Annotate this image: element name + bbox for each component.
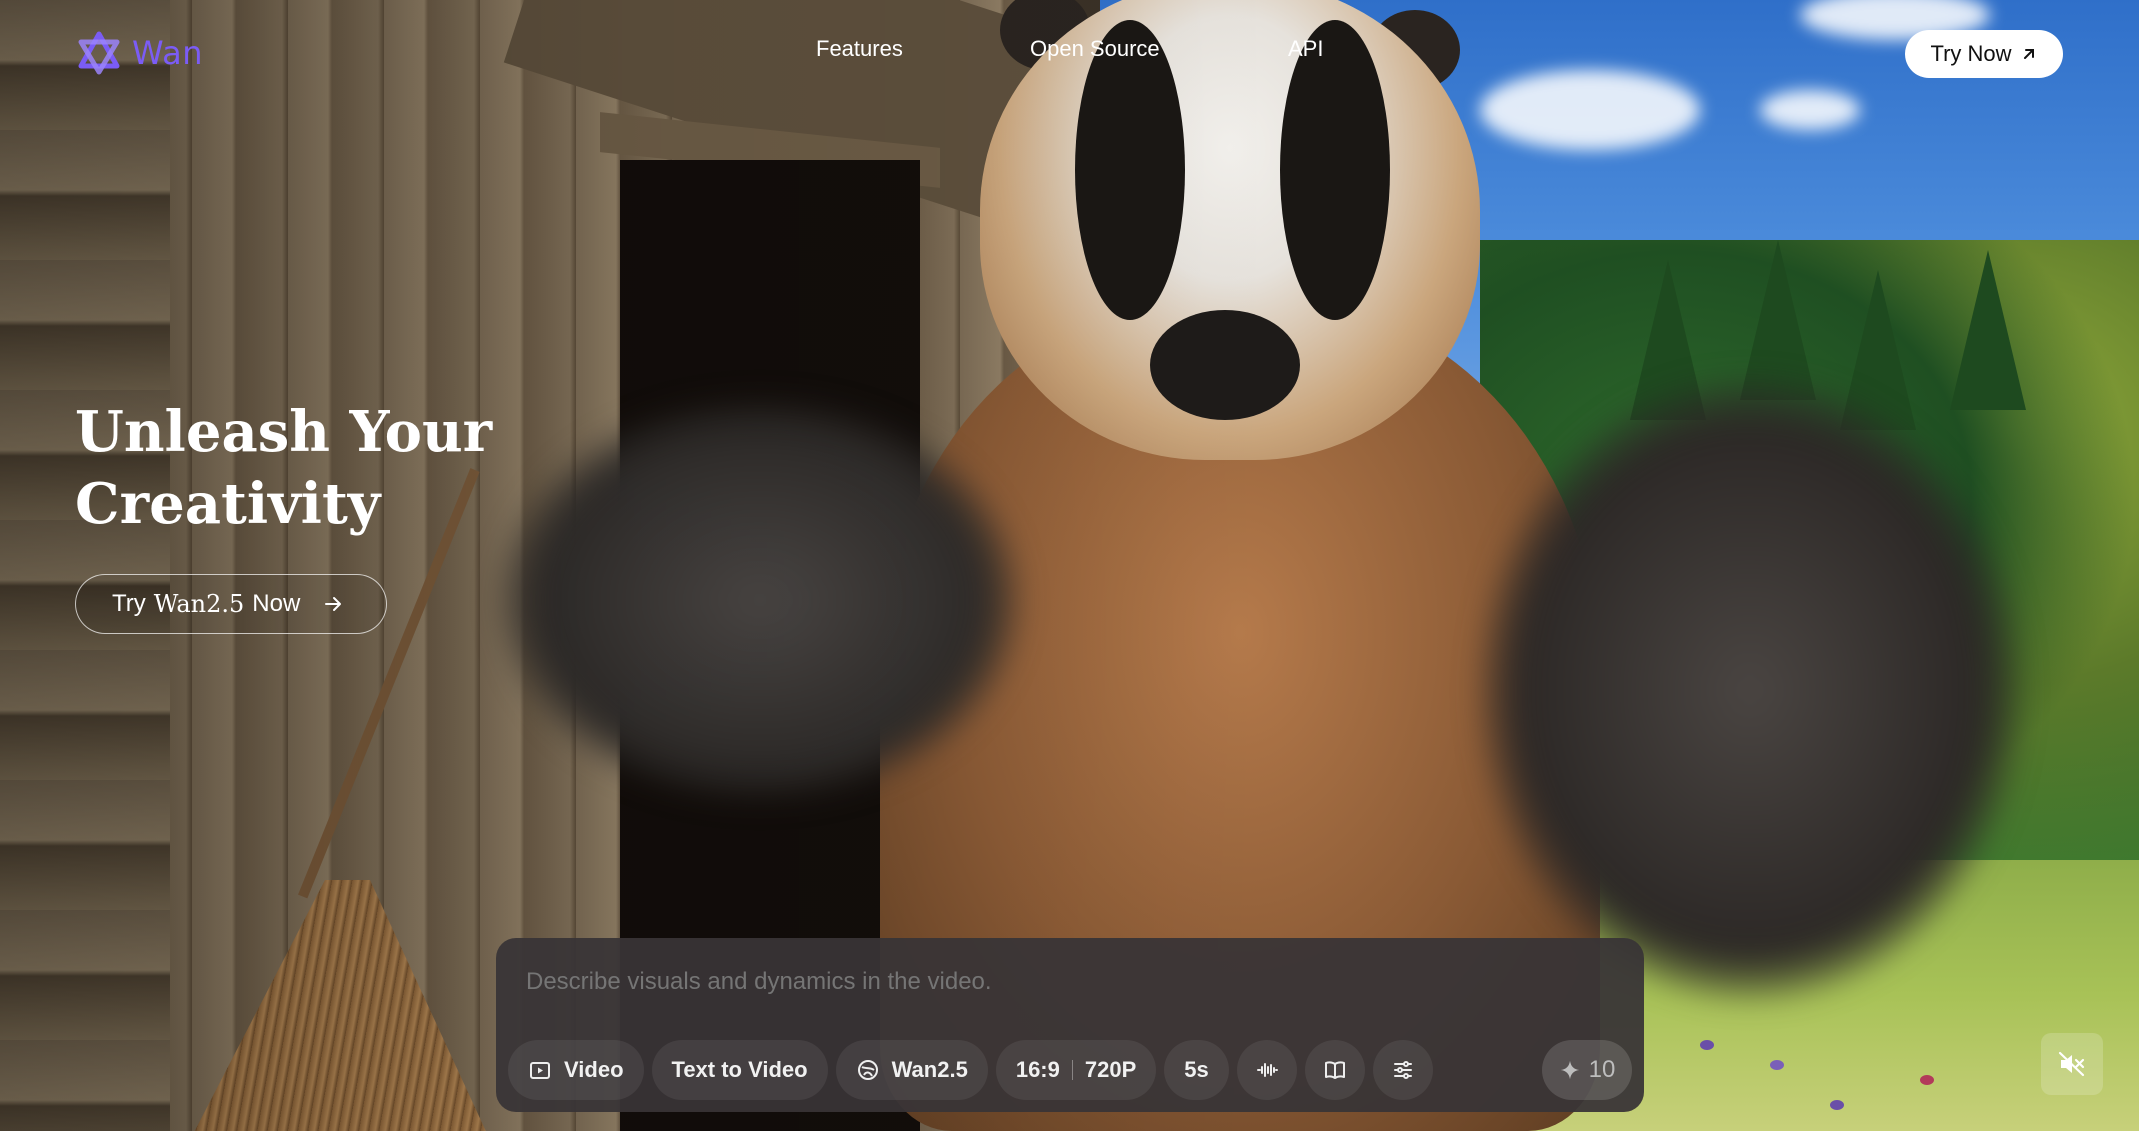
ratio-resolution-select[interactable]: 16:9 720P <box>995 1040 1157 1100</box>
hero-title: Unleash Your Creativity <box>75 396 575 540</box>
hero-title-line2: Creativity <box>75 471 381 537</box>
settings-button[interactable] <box>1372 1040 1433 1100</box>
nav-features[interactable]: Features <box>816 36 903 62</box>
hero-title-line1: Unleash Your <box>75 399 493 465</box>
model-label: Wan2.5 <box>891 1057 968 1082</box>
prompt-panel: Video Text to Video Wan2.5 16:9 720P 5s <box>496 938 1644 1112</box>
ratio-label: 16:9 <box>1015 1057 1060 1082</box>
speaker-muted-icon <box>2058 1051 2085 1077</box>
model-select[interactable]: Wan2.5 <box>835 1040 988 1100</box>
guide-button[interactable] <box>1304 1040 1365 1100</box>
sliders-icon <box>1393 1061 1412 1079</box>
video-play-icon <box>530 1062 550 1079</box>
prompt-input[interactable] <box>526 968 1606 996</box>
arrow-right-icon <box>325 597 342 611</box>
logo[interactable]: Wan <box>76 30 203 76</box>
audio-wave-icon <box>1256 1063 1278 1077</box>
resolution-label: 720P <box>1084 1057 1137 1082</box>
open-book-icon <box>1324 1061 1345 1079</box>
duration-label: 5s <box>1184 1057 1209 1082</box>
prompt-toolbar: Video Text to Video Wan2.5 16:9 720P 5s <box>508 1040 1433 1100</box>
wan-logo-icon <box>78 31 120 75</box>
task-select[interactable]: Text to Video <box>651 1040 828 1100</box>
cta-suffix: Now <box>252 590 301 617</box>
sparkle-icon <box>1560 1060 1579 1080</box>
mode-label: Video <box>564 1057 624 1082</box>
nav-open-source[interactable]: Open Source <box>1030 36 1160 62</box>
divider <box>1071 1060 1073 1080</box>
model-globe-icon <box>857 1060 878 1080</box>
credits-value: 10 <box>1588 1056 1616 1083</box>
cta-prefix: Try <box>112 590 146 617</box>
cta-brand: Wan2.5 <box>153 590 245 618</box>
task-label: Text to Video <box>671 1057 808 1082</box>
arrow-up-right-icon <box>2023 49 2034 59</box>
try-now-button[interactable]: Try Now <box>1905 30 2063 78</box>
try-now-label: Try Now <box>1930 41 2012 66</box>
mode-video-button[interactable]: Video <box>508 1040 644 1100</box>
mute-toggle[interactable] <box>2041 1033 2103 1095</box>
generate-button[interactable]: 10 <box>1542 1040 1632 1100</box>
duration-select[interactable]: 5s <box>1164 1040 1229 1100</box>
logo-text: Wan <box>132 34 203 72</box>
audio-button[interactable] <box>1236 1040 1297 1100</box>
try-wan-now-button[interactable]: Try Wan2.5 Now <box>75 574 387 634</box>
nav-api[interactable]: API <box>1288 36 1323 62</box>
